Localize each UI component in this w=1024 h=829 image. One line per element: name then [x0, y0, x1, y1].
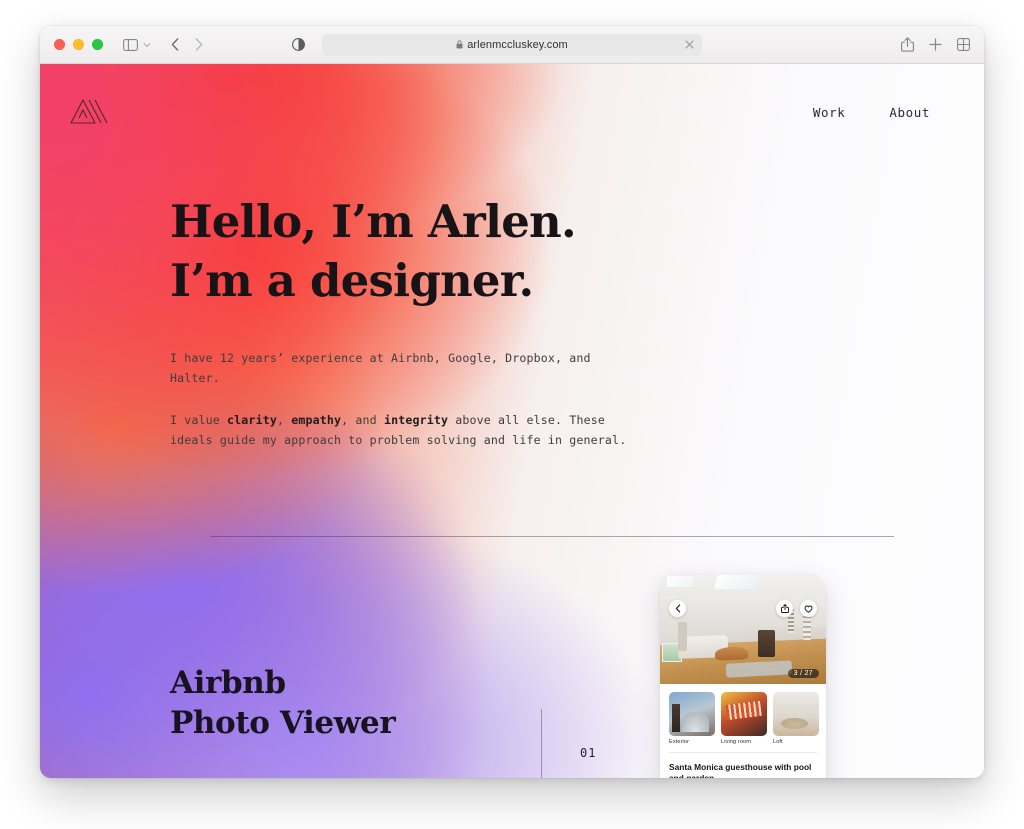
room-skylight-secondary [666, 576, 694, 588]
close-window-button[interactable] [54, 39, 65, 50]
project-vertical-rule [541, 709, 542, 778]
thumbnail-exterior-image [669, 692, 715, 736]
lock-icon [456, 40, 463, 49]
plus-icon[interactable] [929, 38, 942, 51]
site-nav: Work About [813, 105, 954, 120]
phone-photo-toolbar [660, 600, 826, 617]
phone-thumbnail-row: Exterior Living room Loft [660, 684, 826, 749]
thumbnail-loft-image [773, 692, 819, 736]
room-skylight [714, 575, 762, 590]
values-text-c: , and [341, 412, 384, 427]
thumbnail-living-room-label: Living room [721, 739, 752, 745]
hero-section: Hello, I’m Arlen. I’m a designer. I have… [170, 192, 924, 451]
toolbar-right-group [901, 37, 970, 52]
project-title-line-1: Airbnb [170, 665, 286, 701]
chevron-down-icon[interactable] [143, 42, 151, 48]
thumbnail-loft[interactable]: Loft [773, 692, 819, 745]
triangle-monogram-logo-icon[interactable] [70, 96, 110, 128]
room-cabinet [757, 630, 775, 657]
close-icon[interactable] [685, 40, 694, 49]
project-title-line-2: Photo Viewer [170, 704, 396, 741]
values-text-b: , [276, 412, 292, 427]
phone-hero-photo[interactable]: 3 / 27 [660, 574, 826, 684]
thumbnail-exterior[interactable]: Exterior [669, 692, 715, 745]
share-icon[interactable] [901, 37, 914, 52]
headline-line-1: Hello, I’m Arlen. [170, 195, 577, 248]
project-entry[interactable]: Airbnb Photo Viewer [170, 664, 640, 743]
headline-line-2: I’m a designer. [170, 254, 534, 308]
sidebar-toggle-icon[interactable] [123, 38, 138, 51]
section-divider [210, 536, 894, 537]
address-bar-text: arlenmccluskey.com [467, 38, 568, 51]
toolbar-nav-group [123, 38, 209, 51]
minimize-window-button[interactable] [73, 39, 84, 50]
value-integrity: integrity [383, 412, 449, 427]
value-empathy: empathy [291, 412, 342, 427]
page-title: Hello, I’m Arlen. I’m a designer. [170, 192, 924, 311]
address-bar[interactable]: arlenmccluskey.com [322, 33, 702, 56]
value-clarity: clarity [227, 412, 277, 427]
thumbnail-living-room-image [721, 692, 767, 736]
forward-button[interactable] [189, 38, 209, 51]
project-title: Airbnb Photo Viewer [170, 664, 640, 743]
room-headboard [678, 622, 687, 651]
hero-paragraph-experience: I have 12 years’ experience at Airbnb, G… [170, 350, 591, 385]
heart-icon[interactable] [800, 600, 817, 617]
desktop-backdrop: arlenmccluskey.com Work About Hello, I’m… [0, 0, 1024, 829]
room-table [714, 646, 749, 661]
website-viewport: Work About Hello, I’m Arlen. I’m a desig… [40, 64, 984, 778]
phone-mockup: 3 / 27 Exterior Living room Loft Santa M… [660, 574, 826, 778]
browser-toolbar: arlenmccluskey.com [40, 26, 984, 64]
nav-link-work[interactable]: Work [813, 105, 846, 120]
listing-title: Santa Monica guesthouse with pool and ga… [669, 762, 812, 778]
thumbnail-loft-label: Loft [773, 739, 783, 745]
reader-view-icon[interactable] [292, 38, 305, 51]
share-icon[interactable] [776, 600, 793, 617]
maximize-window-button[interactable] [92, 39, 103, 50]
thumbnail-exterior-label: Exterior [669, 739, 690, 745]
nav-link-about[interactable]: About [889, 105, 930, 120]
back-button[interactable] [165, 38, 185, 51]
chevron-left-icon[interactable] [669, 600, 686, 617]
photo-counter: 3 / 27 [787, 669, 819, 678]
thumbnail-living-room[interactable]: Living room [721, 692, 767, 745]
tab-overview-icon[interactable] [957, 38, 970, 51]
browser-window: arlenmccluskey.com Work About Hello, I’m… [40, 26, 984, 778]
phone-listing-info: Santa Monica guesthouse with pool and ga… [660, 753, 826, 778]
project-index-number: 01 [580, 746, 597, 760]
hero-paragraph-values: I value clarity, empathy, and integrity … [170, 411, 640, 451]
site-header: Work About [40, 92, 984, 132]
values-text-a: I value [170, 412, 228, 427]
window-controls [54, 39, 103, 50]
